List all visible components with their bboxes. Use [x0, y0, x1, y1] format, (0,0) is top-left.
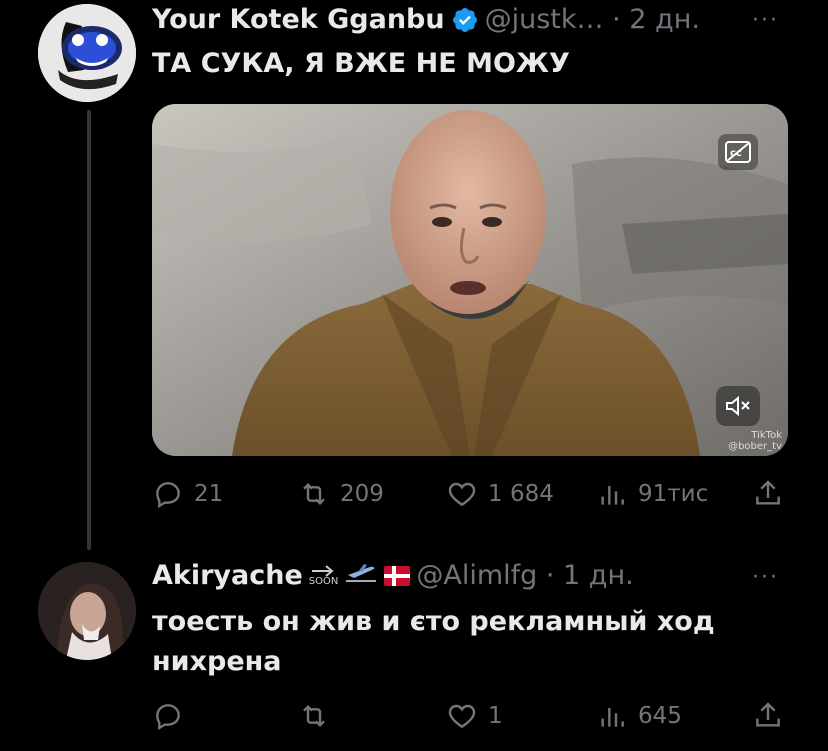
reply-icon [156, 704, 180, 731]
repost-button[interactable] [298, 700, 340, 732]
like-button[interactable]: 1 [446, 700, 503, 732]
tiktok-watermark-user: @bober_tv [728, 441, 782, 452]
tweet1-header: Your Kotek Gganbu @justk… · 2 дн. [152, 4, 700, 35]
display-name[interactable]: Akiryache [152, 560, 303, 591]
thread-connector-line [87, 110, 91, 550]
closed-captions-icon: cc [725, 141, 751, 163]
speaker-muted-icon [726, 395, 750, 417]
views-chart-icon [601, 486, 624, 505]
verified-badge-icon [452, 7, 477, 32]
like-button[interactable]: 1 684 [446, 478, 554, 510]
repost-icon [303, 704, 325, 728]
closed-captions-button[interactable]: cc [718, 134, 758, 170]
airplane-departure-icon [344, 561, 378, 591]
avatar[interactable] [38, 562, 136, 660]
share-icon [756, 702, 780, 727]
share-button[interactable] [752, 478, 784, 510]
avatar-image [38, 4, 136, 102]
like-count: 1 [488, 703, 503, 729]
soon-arrow-emoji: SOON [308, 564, 339, 587]
right-arrow-icon [311, 564, 334, 577]
like-count: 1 684 [488, 481, 554, 507]
share-icon [756, 480, 780, 505]
views-count: 91тис [638, 481, 709, 507]
views-button[interactable]: 645 [596, 700, 682, 732]
tweet-text-line-2: нихрена [152, 646, 282, 677]
more-options-button[interactable]: ··· [752, 565, 779, 590]
more-options-button[interactable]: ··· [752, 8, 779, 33]
tweet-video[interactable]: cc TikTok @bober_tv [152, 104, 788, 456]
handle-and-time[interactable]: @Alimlfg · 1 дн. [416, 560, 633, 591]
views-count: 645 [638, 703, 682, 729]
tweet2-header: Akiryache SOON @Alimlfg · 1 дн. [152, 560, 634, 591]
avatar-image [38, 562, 136, 660]
denmark-flag-icon [384, 565, 411, 586]
share-button[interactable] [752, 700, 784, 732]
views-button[interactable]: 91тис [596, 478, 708, 510]
avatar[interactable] [38, 4, 136, 102]
video-frame [152, 104, 788, 456]
display-name[interactable]: Your Kotek Gganbu [152, 4, 445, 35]
tiktok-watermark-brand: TikTok [751, 430, 782, 441]
soon-label: SOON [308, 575, 339, 587]
heart-icon [448, 482, 476, 507]
unmute-button[interactable] [716, 386, 760, 426]
tiktok-watermark: TikTok @bober_tv [728, 430, 782, 452]
tweet-text-line-1: тоесть он жив и єто рекламный ход [152, 606, 715, 637]
reply-button[interactable]: 21 [152, 478, 223, 510]
repost-button[interactable]: 209 [298, 478, 384, 510]
views-chart-icon [601, 708, 624, 727]
reply-icon [156, 482, 180, 509]
repost-count: 209 [340, 481, 384, 507]
repost-icon [303, 482, 325, 506]
heart-icon [448, 704, 476, 729]
reply-count: 21 [194, 481, 224, 507]
reply-button[interactable] [152, 700, 194, 732]
tweet-text: ТА СУКА, Я ВЖЕ НЕ МОЖУ [152, 48, 570, 79]
handle-and-time[interactable]: @justk… · 2 дн. [485, 4, 700, 35]
